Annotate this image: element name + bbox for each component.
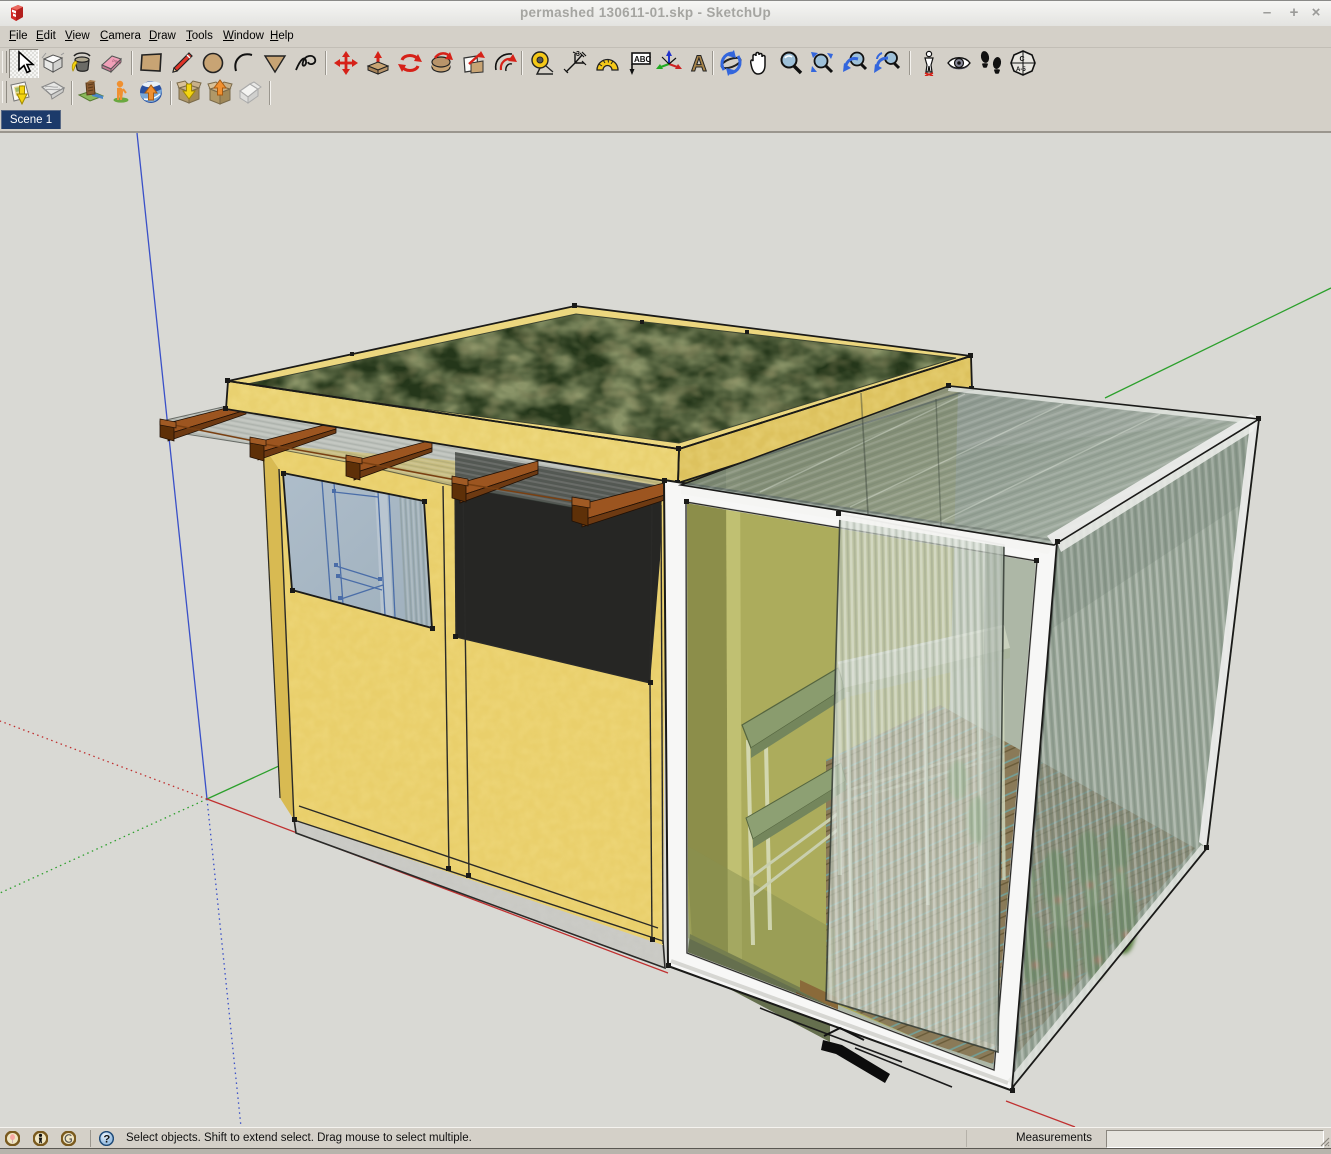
svg-text:A: A: [691, 51, 707, 76]
svg-text:3: 3: [576, 51, 580, 58]
svg-text:A-5: A-5: [1016, 67, 1026, 73]
svg-text:?: ?: [103, 1134, 110, 1146]
svg-text:ABC: ABC: [634, 55, 651, 64]
svg-text:C: C: [1020, 56, 1025, 63]
